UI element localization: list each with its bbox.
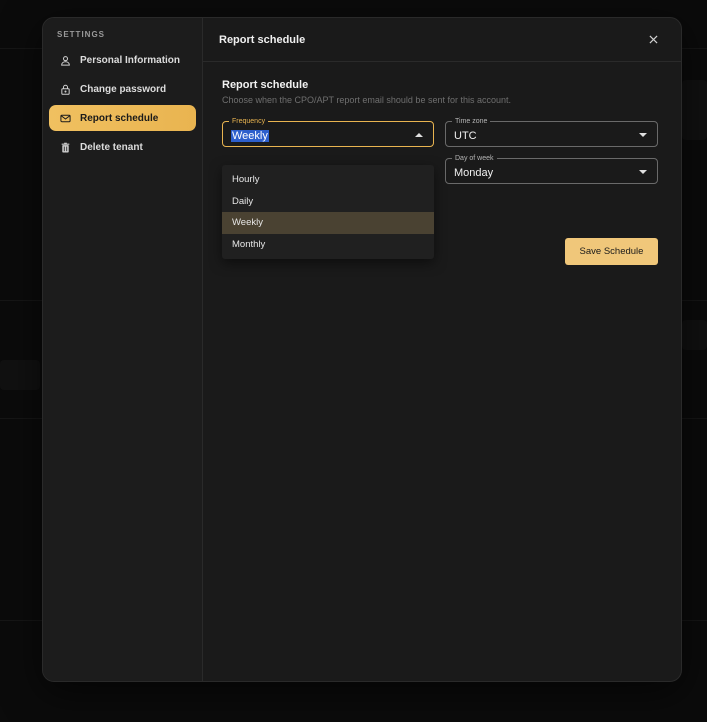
caret-down-icon xyxy=(639,170,647,174)
timezone-value: UTC xyxy=(454,130,477,142)
report-schedule-form: Report schedule Choose when the CPO/APT … xyxy=(203,62,681,265)
sidebar-item-personal-information[interactable]: Personal Information xyxy=(49,47,196,73)
caret-down-icon xyxy=(639,133,647,137)
day-of-week-value: Monday xyxy=(454,167,494,179)
frequency-dropdown-menu: Hourly Daily Weekly Monthly xyxy=(222,165,434,259)
sidebar-item-label: Report schedule xyxy=(80,112,159,124)
sidebar-heading: SETTINGS xyxy=(57,30,106,39)
sidebar-item-label: Change password xyxy=(80,83,167,95)
day-of-week-select[interactable]: Day of week Monday xyxy=(445,154,658,184)
close-button[interactable] xyxy=(645,32,661,48)
sidebar-item-delete-tenant[interactable]: Delete tenant xyxy=(49,134,196,160)
settings-main-panel: Report schedule Report schedule Choose w… xyxy=(203,18,681,681)
day-of-week-label: Day of week xyxy=(452,154,497,163)
sidebar-item-label: Delete tenant xyxy=(80,141,143,153)
timezone-select[interactable]: Time zone UTC xyxy=(445,117,658,147)
sidebar-item-label: Personal Information xyxy=(80,54,181,66)
settings-dialog: SETTINGS Personal Information Change pas… xyxy=(42,17,682,682)
user-icon xyxy=(59,54,71,66)
mail-icon xyxy=(59,112,71,124)
lock-icon xyxy=(59,83,71,95)
dropdown-option-daily[interactable]: Daily xyxy=(222,191,434,213)
settings-sidebar: SETTINGS Personal Information Change pas… xyxy=(43,18,203,681)
frequency-value: Weekly xyxy=(231,130,269,142)
sidebar-item-report-schedule[interactable]: Report schedule xyxy=(49,105,196,131)
page-title: Report schedule xyxy=(219,33,306,46)
sidebar-item-change-password[interactable]: Change password xyxy=(49,76,196,102)
close-icon xyxy=(648,35,658,44)
section-description: Choose when the CPO/APT report email sho… xyxy=(222,95,511,105)
frequency-label: Frequency xyxy=(229,117,269,126)
frequency-select[interactable]: Frequency Weekly xyxy=(222,117,434,147)
dropdown-option-weekly[interactable]: Weekly xyxy=(222,212,434,234)
panel-header: Report schedule xyxy=(203,18,681,62)
dropdown-option-monthly[interactable]: Monthly xyxy=(222,234,434,256)
trash-icon xyxy=(59,141,71,153)
caret-up-icon xyxy=(415,133,423,137)
save-schedule-button[interactable]: Save Schedule xyxy=(565,238,658,265)
section-title: Report schedule xyxy=(222,79,309,91)
dropdown-option-hourly[interactable]: Hourly xyxy=(222,169,434,191)
timezone-label: Time zone xyxy=(452,117,491,126)
